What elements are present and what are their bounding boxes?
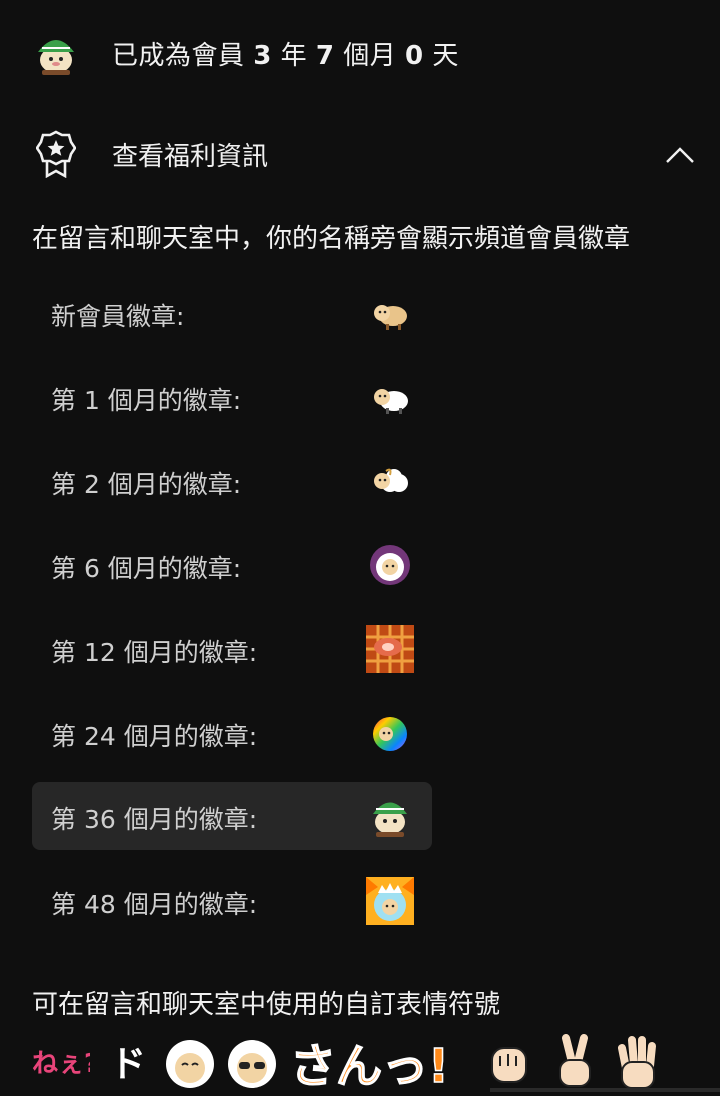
- badge-row: 第 48 個月的徽章:: [32, 867, 432, 935]
- sheep-smile-emoji-icon: [166, 1040, 214, 1088]
- benefits-toggle[interactable]: 查看福利資訊: [0, 112, 720, 196]
- peace-sign-emoji-icon: [559, 1034, 591, 1087]
- badge-star-icon: [36, 130, 76, 178]
- sheep-helmet-avatar-icon: [38, 40, 74, 75]
- do-emoji-icon: ド: [110, 1044, 146, 1085]
- membership-status-row: 已成為會員 3 年 7 個月 0 天: [0, 0, 720, 108]
- benefits-label: 查看福利資訊: [112, 142, 269, 172]
- sheep-pink-glow-icon: [370, 545, 410, 585]
- badge-row-highlighted[interactable]: 第 36 個月的徽章:: [32, 782, 432, 850]
- badge-label: 第 1 個月的徽章:: [51, 386, 242, 415]
- grill-meat-icon: [366, 625, 414, 673]
- badge-label: 第 48 個月的徽章:: [51, 890, 258, 919]
- badge-label: 第 12 個月的徽章:: [51, 638, 258, 667]
- membership-duration: 已成為會員 3 年 7 個月 0 天: [112, 41, 459, 71]
- fist-emoji-icon: [491, 1047, 527, 1083]
- svg-text:ド: ド: [110, 1044, 146, 1085]
- badge-row: 新會員徽章:: [32, 279, 432, 347]
- san-emoji-icon: さんっ!: [289, 1038, 449, 1090]
- badge-row: 第 12 個月的徽章:: [32, 615, 432, 683]
- badge-row: 第 2 個月的徽章:: [32, 447, 432, 515]
- rainbow-sheep-icon: [373, 717, 407, 751]
- svg-text:さんっ!: さんっ!: [290, 1039, 449, 1090]
- badge-label: 新會員徽章:: [51, 302, 185, 331]
- open-hand-emoji-icon: [618, 1036, 656, 1089]
- badge-label: 第 6 個月的徽章:: [51, 554, 242, 583]
- badge-label: 第 36 個月的徽章:: [51, 805, 258, 834]
- bottom-divider: [490, 1088, 720, 1092]
- sheep-tan-icon: [374, 305, 407, 330]
- sheep-white-fluffy-icon: [374, 468, 408, 492]
- svg-text:ねぇ?: ねぇ?: [32, 1049, 90, 1079]
- badge-row: 第 24 個月的徽章:: [32, 699, 432, 767]
- emoji-section-title: 可在留言和聊天室中使用的自訂表情符號: [32, 990, 501, 1020]
- badge-row: 第 6 個月的徽章:: [32, 531, 432, 599]
- sheep-sunglasses-emoji-icon: [228, 1040, 276, 1088]
- badge-row: 第 1 個月的徽章:: [32, 363, 432, 431]
- badge-label: 第 24 個月的徽章:: [51, 722, 258, 751]
- sheep-monster-icon: [366, 877, 414, 925]
- badge-description: 在留言和聊天室中，你的名稱旁會顯示頻道會員徽章: [32, 224, 631, 254]
- nee-emoji-icon: ねぇ?: [32, 1049, 90, 1079]
- badge-label: 第 2 個月的徽章:: [51, 470, 242, 499]
- sheep-white-icon: [374, 389, 408, 414]
- sheep-helmet-icon: [373, 802, 407, 837]
- chevron-up-icon[interactable]: [664, 140, 696, 168]
- emoji-strip: ねぇ? ド さんっ!: [30, 1034, 720, 1096]
